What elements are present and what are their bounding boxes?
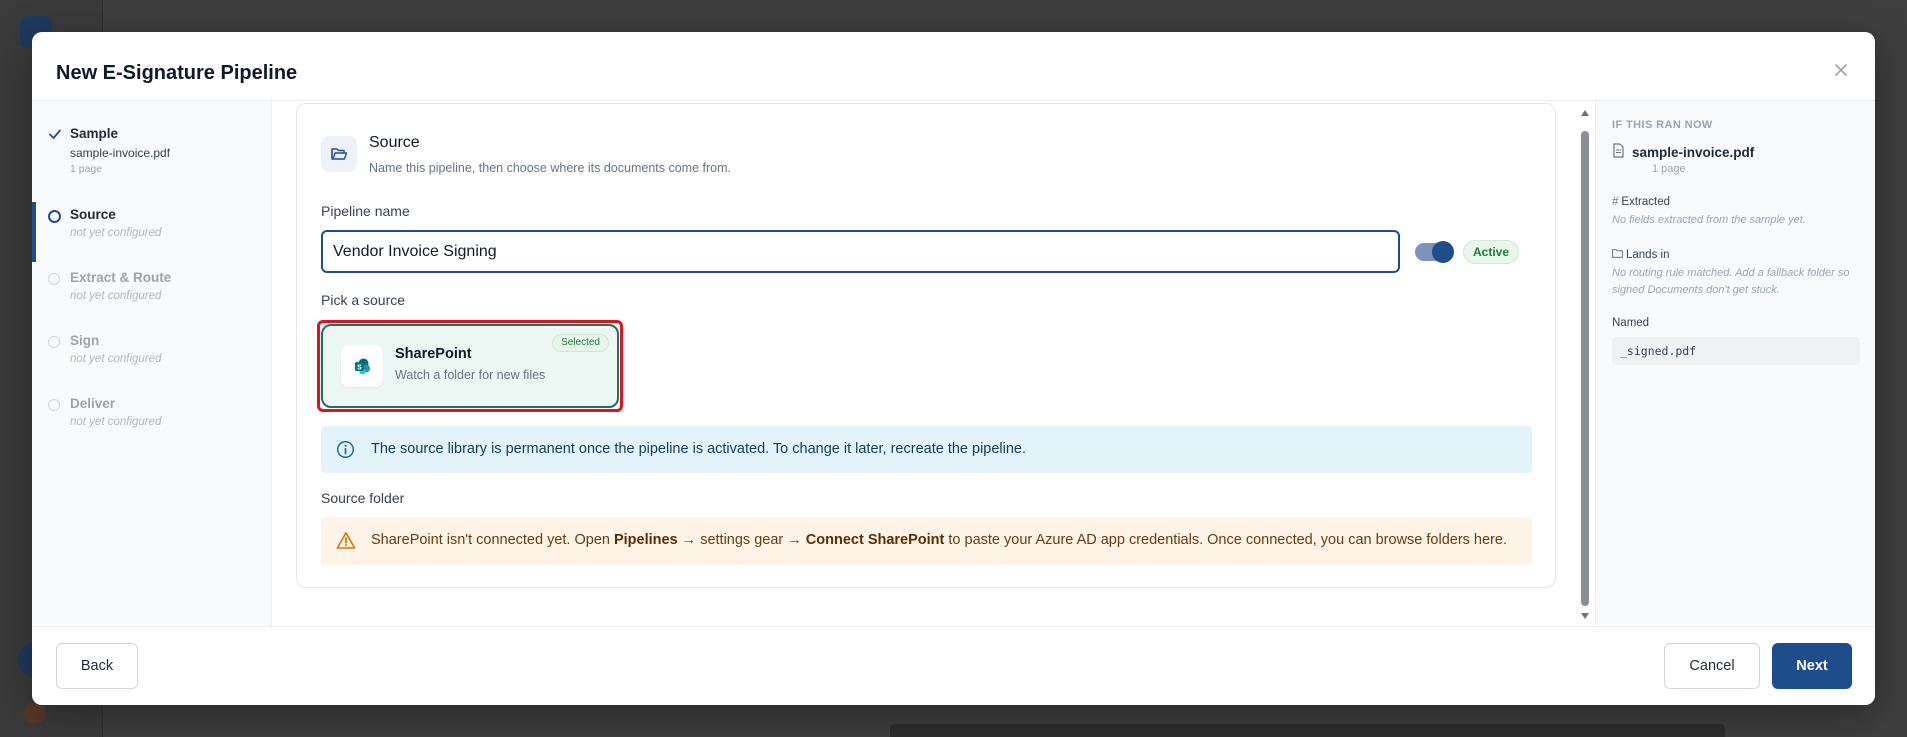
step-meta: 1 page (70, 163, 103, 175)
svg-text:S: S (357, 364, 362, 371)
warning-icon (336, 531, 356, 555)
document-icon (1612, 143, 1625, 163)
source-card: Source Name this pipeline, then choose w… (296, 103, 1556, 588)
step-status: not yet configured (70, 290, 162, 302)
section-title: Source (369, 134, 420, 151)
preview-page-count: 1 page (1652, 163, 1686, 175)
close-icon[interactable] (1831, 62, 1851, 82)
dialog-header: New E-Signature Pipeline (32, 32, 1875, 101)
source-folder-label: Source folder (321, 490, 405, 506)
step-deliver[interactable]: Deliver not yet configured (32, 391, 272, 451)
connect-sharepoint-link[interactable]: Connect SharePoint (806, 532, 945, 548)
current-step-icon (48, 210, 61, 223)
warning-text-part: to paste your Azure AD app credentials. … (944, 532, 1507, 548)
pick-source-label: Pick a source (321, 292, 406, 308)
step-file: sample-invoice.pdf (70, 146, 171, 160)
check-icon (48, 127, 62, 141)
pipelines-link[interactable]: Pipelines (614, 532, 678, 548)
toggle-knob (1432, 241, 1454, 263)
hash-icon: # (1612, 196, 1619, 208)
preview-file-name: sample-invoice.pdf (1632, 145, 1755, 160)
step-name: Deliver (70, 396, 116, 411)
new-pipeline-dialog: New E-Signature Pipeline Sample sample-i… (32, 32, 1875, 705)
lands-in-note: No routing rule matched. Add a fallback … (1612, 267, 1850, 296)
run-preview-panel: IF THIS RAN NOW sample-invoice.pdf 1 pag… (1595, 101, 1875, 626)
lands-in-label: Lands in (1626, 249, 1670, 261)
step-source[interactable]: Source not yet configured (32, 202, 272, 262)
warning-text-part: → settings gear → (677, 532, 806, 548)
step-sign[interactable]: Sign not yet configured (32, 328, 272, 388)
step-status: not yet configured (70, 227, 162, 239)
step-sample[interactable]: Sample sample-invoice.pdf 1 page (32, 121, 272, 181)
sharepoint-icon: S (341, 345, 383, 387)
folder-icon (1612, 249, 1623, 261)
step-name: Source (70, 207, 116, 222)
info-message: The source library is permanent once the… (371, 441, 1027, 457)
section-description: Name this pipeline, then choose where it… (369, 161, 731, 175)
dialog-title: New E-Signature Pipeline (56, 62, 298, 84)
status-badge: Active (1463, 240, 1520, 264)
pending-step-icon (48, 273, 60, 285)
step-name: Extract & Route (70, 270, 172, 285)
back-button[interactable]: Back (56, 643, 138, 689)
selected-badge: Selected (552, 334, 609, 352)
source-option-description: Watch a folder for new files (395, 368, 546, 382)
active-toggle[interactable] (1415, 241, 1454, 263)
extracted-heading: # Extracted (1612, 196, 1670, 208)
step-content: Source Name this pipeline, then choose w… (272, 101, 1588, 626)
info-icon (336, 440, 355, 464)
wizard-steps: Sample sample-invoice.pdf 1 page Source … (32, 101, 272, 626)
lands-in-heading: Lands in (1612, 249, 1669, 261)
extracted-note: No fields extracted from the sample yet. (1612, 214, 1806, 226)
step-status: not yet configured (70, 416, 162, 428)
pending-step-icon (48, 336, 60, 348)
step-extract-route[interactable]: Extract & Route not yet configured (32, 265, 272, 325)
pipeline-name-label: Pipeline name (321, 203, 410, 219)
scroll-thumb[interactable] (1581, 131, 1589, 606)
step-name: Sign (70, 333, 100, 348)
pipeline-name-input[interactable] (321, 230, 1400, 273)
extracted-label: Extracted (1621, 196, 1670, 208)
folder-icon (321, 136, 357, 172)
warning-text-part: SharePoint isn't connected yet. Open (371, 532, 614, 548)
warning-alert: SharePoint isn't connected yet. Open Pip… (321, 517, 1532, 565)
cancel-button[interactable]: Cancel (1664, 643, 1760, 689)
named-value: _signed.pdf (1612, 337, 1860, 365)
background-toast (890, 724, 1725, 737)
info-alert: The source library is permanent once the… (321, 426, 1532, 473)
content-scrollbar[interactable] (1579, 101, 1591, 626)
named-label: Named (1612, 317, 1650, 329)
sharepoint-source-option[interactable]: S SharePoint Watch a folder for new file… (321, 324, 619, 408)
source-option-name: SharePoint (395, 346, 472, 362)
pending-step-icon (48, 399, 60, 411)
preview-caption: IF THIS RAN NOW (1612, 119, 1713, 131)
scroll-down-arrow[interactable] (1581, 613, 1589, 619)
scroll-up-arrow[interactable] (1581, 110, 1589, 116)
step-name: Sample (70, 126, 119, 141)
next-button[interactable]: Next (1772, 643, 1852, 689)
warning-message: SharePoint isn't connected yet. Open Pip… (371, 532, 1507, 548)
dialog-footer: Back Cancel Next (32, 626, 1875, 705)
step-status: not yet configured (70, 353, 162, 365)
avatar (24, 702, 46, 724)
